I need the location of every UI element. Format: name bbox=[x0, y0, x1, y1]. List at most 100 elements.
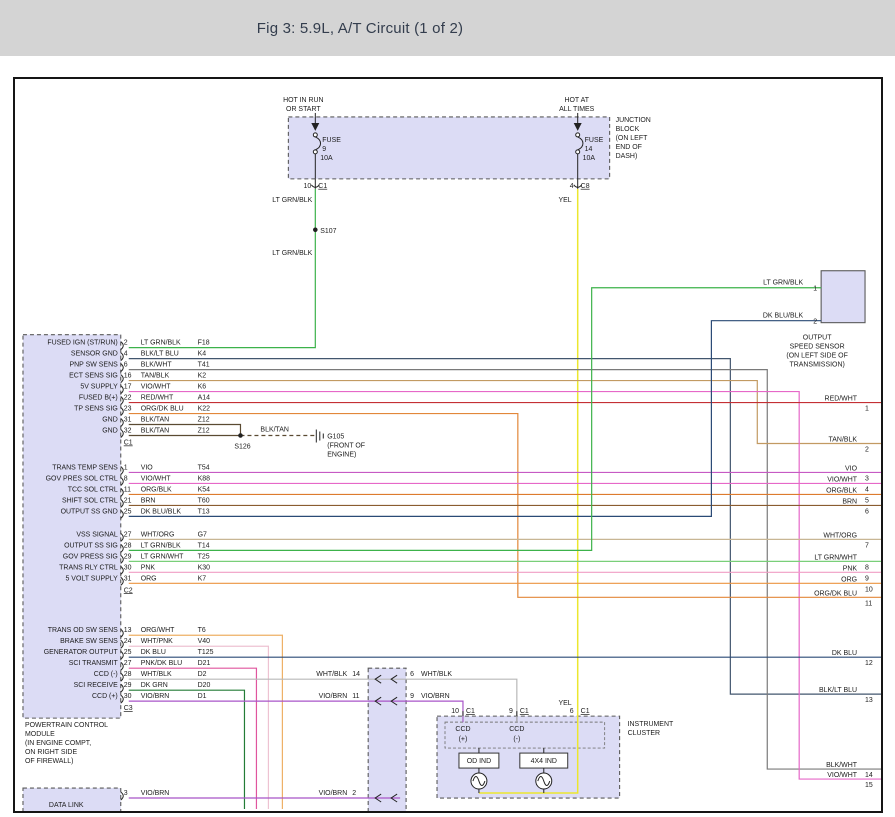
hot-in-run-label: HOT IN RUN bbox=[283, 97, 324, 104]
edge-pin-number: 12 bbox=[865, 660, 873, 667]
pcm-pin-number: 16 bbox=[124, 373, 132, 380]
pcm-circuit-code: V40 bbox=[198, 638, 211, 645]
pcm-label: ON RIGHT SIDE bbox=[25, 749, 77, 756]
ccd-minus-label: (-) bbox=[513, 736, 520, 743]
pcm-pin-number: 29 bbox=[124, 553, 132, 560]
junction-block-label: BLOCK bbox=[616, 126, 640, 133]
hot-at-all-times-label: HOT AT bbox=[564, 97, 589, 104]
pcm-row-label: FUSED IGN (ST/RUN) bbox=[47, 340, 117, 347]
pcm-pin-number: 24 bbox=[124, 638, 132, 645]
pcm-wire-name: BLK/TAN bbox=[141, 417, 170, 424]
pcm-row-label: 5V SUPPLY bbox=[80, 384, 118, 391]
wire-name-label: YEL bbox=[559, 197, 572, 204]
pcm-circuit-code: Z12 bbox=[198, 428, 210, 435]
sensor-label: OUTPUT bbox=[803, 335, 832, 342]
pcm-connector-id: C1 bbox=[124, 439, 133, 446]
connector-left-wire-name: VIO/BRN bbox=[319, 790, 348, 797]
pcm-circuit-code: K88 bbox=[198, 475, 211, 482]
pcm-pin-number: 31 bbox=[124, 575, 132, 582]
pcm-circuit-code: T13 bbox=[198, 508, 210, 515]
connector-right-wire-name: WHT/BLK bbox=[421, 671, 452, 678]
diagram-symbols bbox=[239, 113, 583, 793]
junction-pin-number: 4 bbox=[570, 183, 574, 190]
wire-name-label: YEL bbox=[559, 700, 572, 707]
pcm-row-label: SENSOR GND bbox=[71, 351, 118, 358]
pcm-pin-number: 22 bbox=[124, 395, 132, 402]
pcm-label: OF FIREWALL) bbox=[25, 758, 74, 765]
inline-connector-box bbox=[368, 668, 406, 811]
pcm-row-label: CCD (-) bbox=[94, 671, 118, 678]
pcm-circuit-code: T6 bbox=[198, 627, 206, 634]
pcm-pin-number: 27 bbox=[124, 531, 132, 538]
wiring-diagram-canvas: HOT IN RUN OR START HOT AT ALL TIMES JUN… bbox=[13, 77, 883, 813]
junction-block-label: END OF bbox=[616, 144, 642, 151]
fuse9-rating: 10A bbox=[320, 155, 333, 162]
pcm-wire-name: BLK/WHT bbox=[141, 362, 173, 369]
cluster-connector-id: C1 bbox=[466, 708, 475, 715]
pcm-row-label: ECT SENS SIG bbox=[69, 373, 118, 380]
pcm-row-label: GOV PRESS SIG bbox=[63, 553, 118, 560]
pcm-row-label: GENERATOR OUTPUT bbox=[44, 649, 119, 656]
pcm-circuit-code: T60 bbox=[198, 497, 210, 504]
wire bbox=[129, 189, 316, 348]
pcm-wire-name: PNK bbox=[141, 564, 156, 571]
pcm-row-label: GND bbox=[102, 417, 117, 424]
pcm-row-label: SCI TRANSMIT bbox=[69, 660, 119, 667]
sensor-label: TRANSMISSION) bbox=[789, 362, 844, 369]
pcm-row-label: TRANS RLY CTRL bbox=[59, 564, 118, 571]
pcm-circuit-code: K7 bbox=[198, 575, 207, 582]
edge-wire-name: VIO/WHT bbox=[827, 476, 858, 483]
edge-pin-number: 13 bbox=[865, 697, 873, 704]
pcm-circuit-code: D2 bbox=[198, 671, 207, 678]
edge-pin-number: 2 bbox=[865, 446, 869, 453]
pcm-row-label: SHIFT SOL CTRL bbox=[62, 497, 118, 504]
pcm-wire-name: DK GRN bbox=[141, 682, 168, 689]
edge-wire-name: TAN/BLK bbox=[829, 437, 858, 444]
pcm-pin-number: 30 bbox=[124, 564, 132, 571]
output-speed-sensor-box bbox=[821, 271, 865, 323]
junction-block-label: (ON LEFT bbox=[616, 135, 648, 142]
connector-left-pin-number: 11 bbox=[352, 693, 359, 700]
fuse14-label: FUSE bbox=[585, 137, 604, 144]
pcm-row-label: PNP SW SENS bbox=[70, 362, 119, 369]
junction-connector-id: C1 bbox=[318, 183, 327, 190]
pcm-pin-number: 3 bbox=[124, 790, 128, 797]
pcm-row-label: GOV PRES SOL CTRL bbox=[46, 475, 118, 482]
pcm-circuit-code: D1 bbox=[198, 693, 207, 700]
pcm-row-label: TRANS OD SW SENS bbox=[48, 627, 118, 634]
edge-wire-name: ORG bbox=[841, 576, 857, 583]
wire bbox=[129, 288, 821, 551]
edge-wire-name: RED/WHT bbox=[825, 396, 858, 403]
4x4-indicator-label: 4X4 IND bbox=[531, 758, 557, 765]
wire-name-label: BLK/TAN bbox=[260, 427, 289, 434]
cluster-connector-id: C1 bbox=[520, 708, 529, 715]
pcm-circuit-code: K54 bbox=[198, 486, 211, 493]
connector-right-pin-number: 6 bbox=[410, 671, 414, 678]
wire-name-label: LT GRN/BLK bbox=[272, 197, 312, 204]
wire bbox=[129, 668, 257, 809]
pcm-row-label: GND bbox=[102, 428, 117, 435]
pcm-pin-number: 27 bbox=[124, 660, 132, 667]
edge-pin-number: 7 bbox=[865, 542, 869, 549]
diagram-static-text: HOT IN RUN OR START HOT AT ALL TIMES JUN… bbox=[25, 97, 848, 809]
figure-title: Fig 3: 5.9L, A/T Circuit (1 of 2) bbox=[257, 20, 463, 37]
pcm-row-label: CCD (+) bbox=[92, 693, 118, 700]
wire-name-label: DK BLU/BLK bbox=[763, 313, 804, 320]
pcm-row-label: TRANS TEMP SENS bbox=[52, 464, 118, 471]
pcm-wire-name: WHT/PNK bbox=[141, 638, 173, 645]
edge-pin-number: 8 bbox=[865, 564, 869, 571]
pcm-circuit-code: Z12 bbox=[198, 417, 210, 424]
edge-wire-name: LT GRN/WHT bbox=[814, 554, 857, 561]
cluster-pin-number: 10 bbox=[451, 708, 459, 715]
pcm-row-label: TCC SOL CTRL bbox=[68, 486, 118, 493]
ground-label: ENGINE) bbox=[327, 451, 356, 458]
pcm-circuit-code: T41 bbox=[198, 362, 210, 369]
pcm-wire-name: ORG bbox=[141, 575, 157, 582]
pcm-pin-number: 28 bbox=[124, 542, 132, 549]
hot-at-all-times-label: ALL TIMES bbox=[559, 106, 595, 113]
pcm-row-label: OUTPUT SS SIG bbox=[64, 542, 118, 549]
pcm-pin-number: 6 bbox=[124, 362, 128, 369]
connector-left-wire-name: WHT/BLK bbox=[316, 671, 347, 678]
pcm-circuit-code: K30 bbox=[198, 564, 211, 571]
data-link-label: DATA LINK bbox=[49, 802, 84, 809]
